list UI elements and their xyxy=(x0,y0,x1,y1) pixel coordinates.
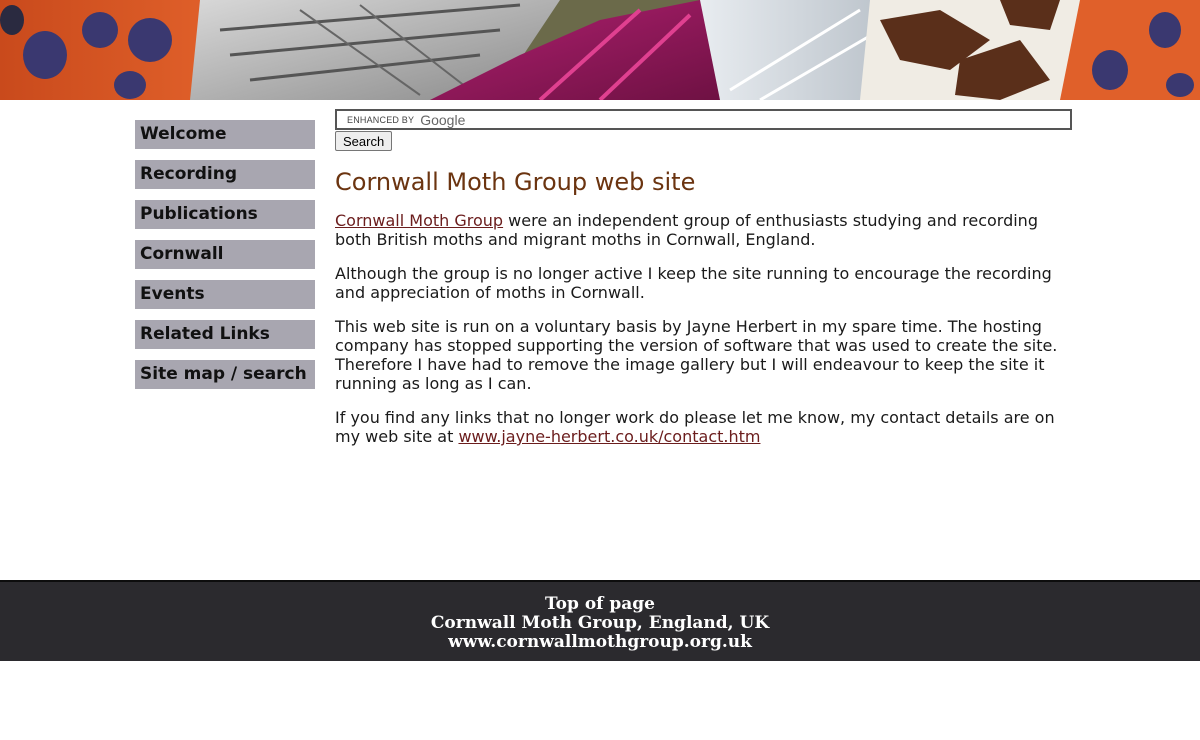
main-content: Cornwall Moth Group web site Cornwall Mo… xyxy=(335,168,1070,461)
footer-site-url: www.cornwallmothgroup.org.uk xyxy=(448,632,752,652)
search-input[interactable] xyxy=(337,111,1070,128)
contact-link[interactable]: www.jayne-herbert.co.uk/contact.htm xyxy=(458,427,760,446)
nav-item-related-links[interactable]: Related Links xyxy=(135,320,315,349)
nav-item-publications[interactable]: Publications xyxy=(135,200,315,229)
footer: Top of page Cornwall Moth Group, England… xyxy=(0,580,1200,661)
nav-item-site-map-search[interactable]: Site map / search xyxy=(135,360,315,389)
moth-wings-image xyxy=(0,0,1200,100)
intro-paragraph: Cornwall Moth Group were an independent … xyxy=(335,211,1070,249)
header-banner xyxy=(0,0,1200,100)
nav-item-cornwall[interactable]: Cornwall xyxy=(135,240,315,269)
search-button[interactable]: Search xyxy=(335,131,393,151)
status-paragraph: Although the group is no longer active I… xyxy=(335,264,1052,302)
page-title: Cornwall Moth Group web site xyxy=(335,168,696,196)
sidebar-nav: Welcome Recording Publications Cornwall … xyxy=(135,120,315,400)
nav-item-events[interactable]: Events xyxy=(135,280,315,309)
nav-item-recording[interactable]: Recording xyxy=(135,160,315,189)
top-of-page-link[interactable]: Top of page xyxy=(0,595,1200,614)
volunteer-paragraph: This web site is run on a voluntary basi… xyxy=(335,317,1058,393)
contact-paragraph: If you find any links that no longer wor… xyxy=(335,408,1070,446)
cornwall-moth-group-link[interactable]: Cornwall Moth Group xyxy=(335,211,503,230)
nav-item-welcome[interactable]: Welcome xyxy=(135,120,315,149)
search-box: ENHANCED BY Google xyxy=(335,109,1072,130)
footer-org-name: Cornwall Moth Group, England, UK xyxy=(430,613,770,633)
